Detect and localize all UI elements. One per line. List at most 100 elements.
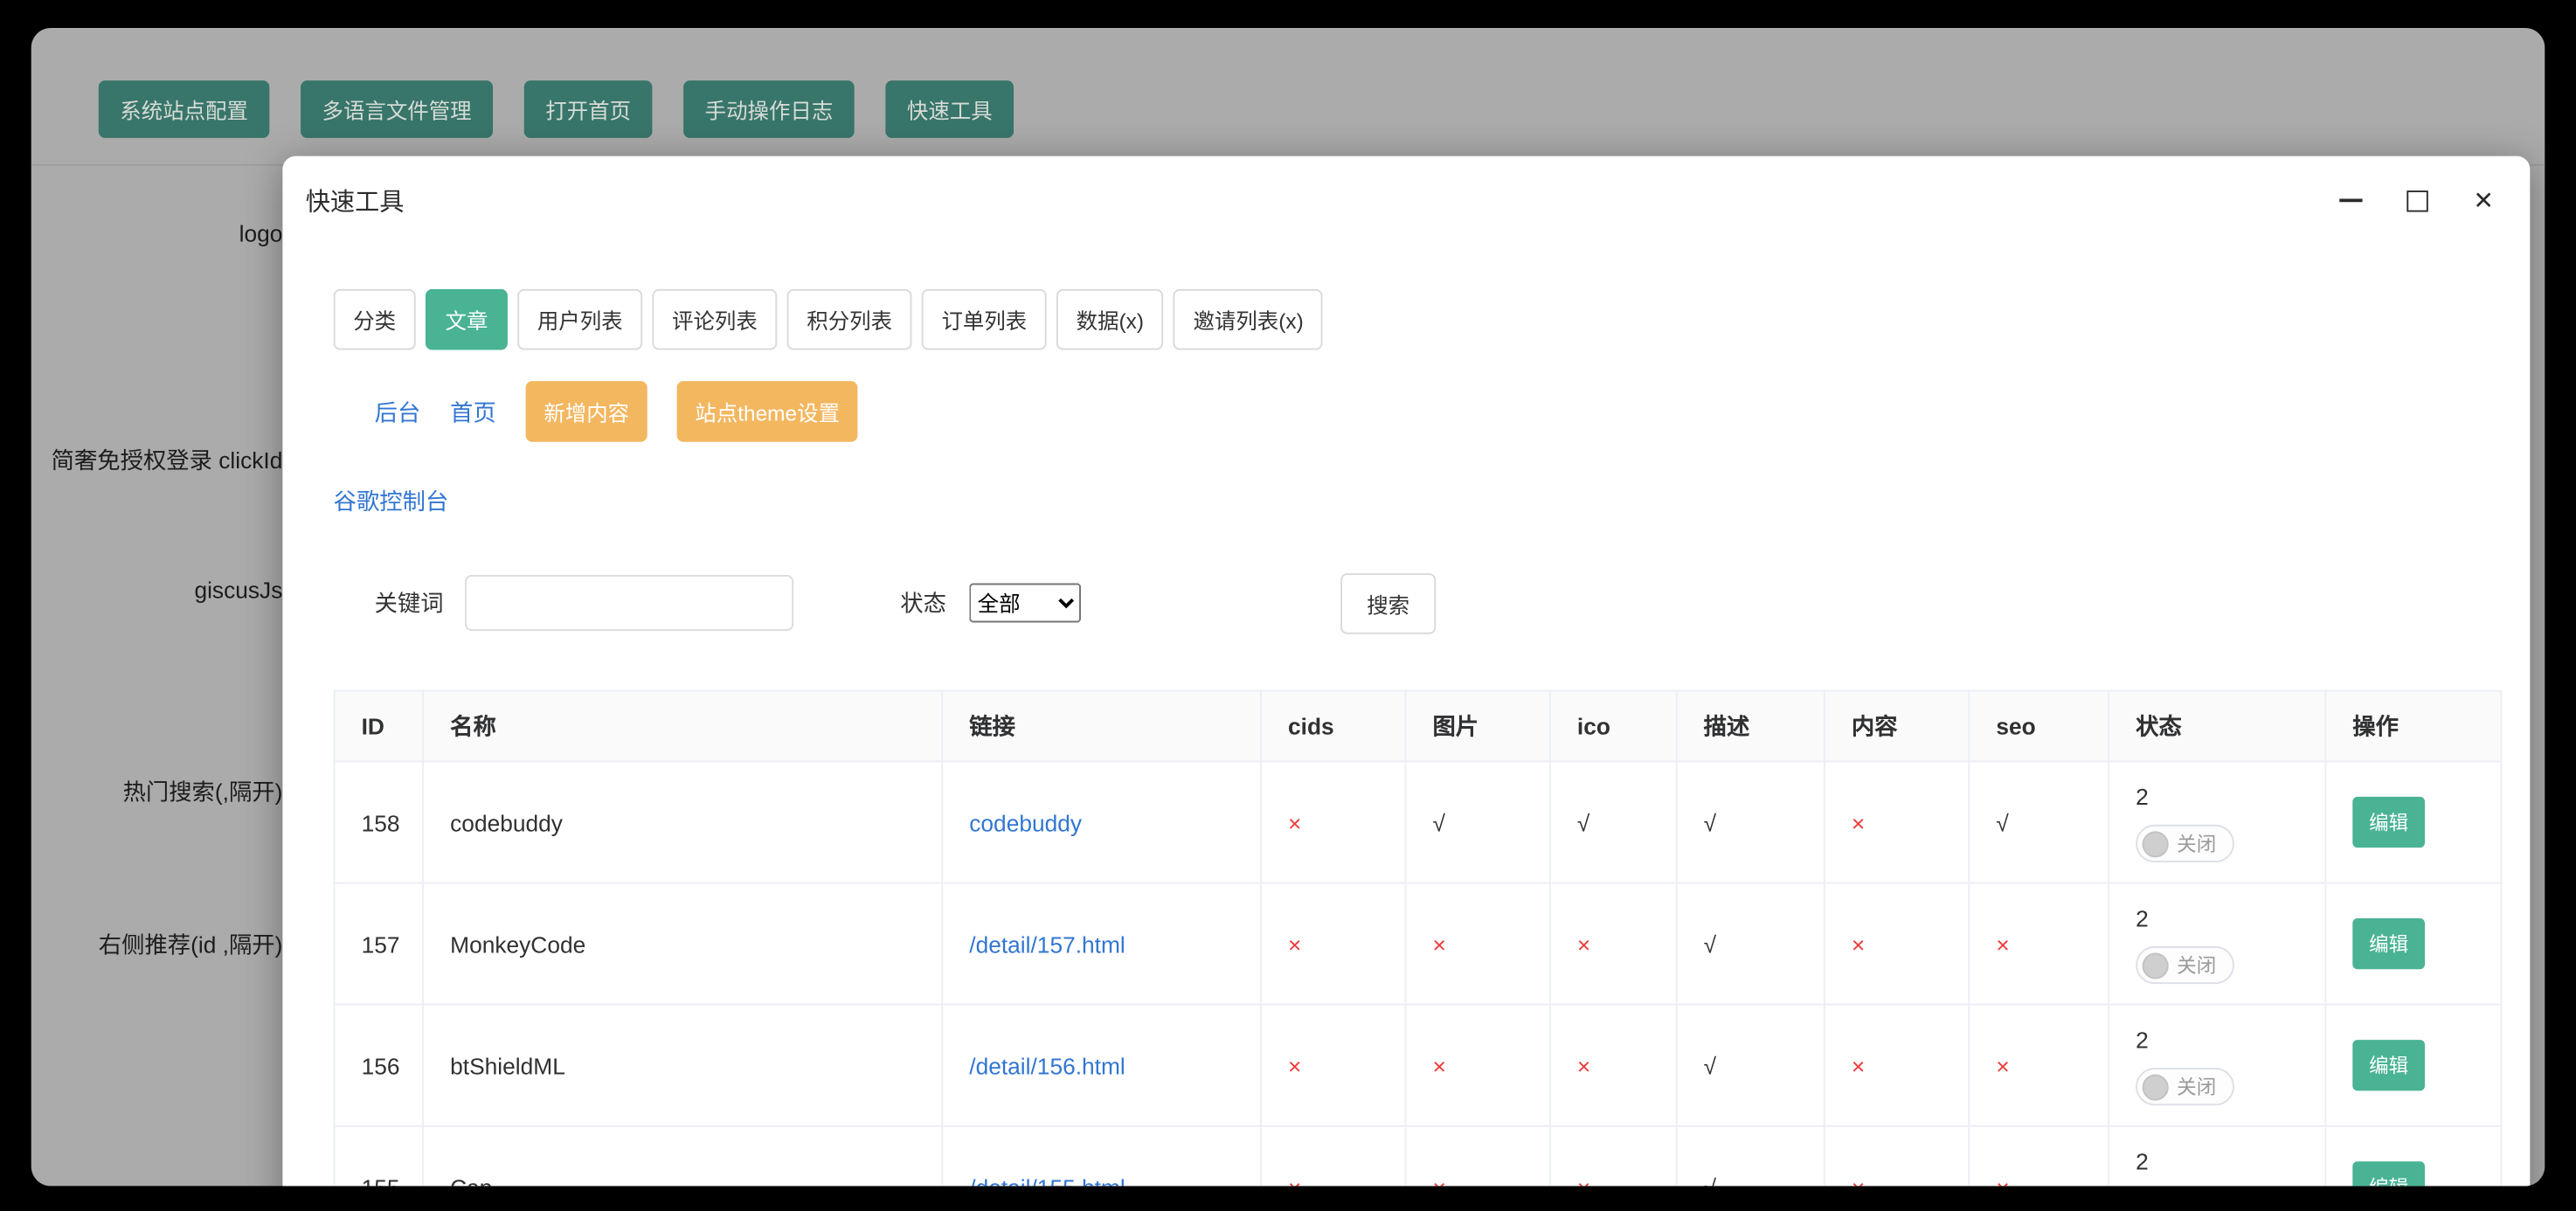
admin-link[interactable]: 后台 <box>375 395 421 428</box>
cell-action: 编辑 <box>2324 760 2503 884</box>
status-number: 2 <box>2136 783 2149 810</box>
background-form-label: 右侧推荐(id ,隔开) <box>98 931 283 958</box>
keyword-input[interactable] <box>465 575 794 631</box>
toolbar-button[interactable]: 系统站点配置 <box>98 80 270 138</box>
cross-mark: × <box>1404 1124 1551 1187</box>
detail-link[interactable]: /detail/157.html <box>969 931 1125 957</box>
toggle-label: 关闭 <box>2177 833 2217 856</box>
cell-status: 2 关闭 <box>2108 1003 2327 1127</box>
cross-mark: × <box>1823 760 1970 884</box>
status-toggle[interactable]: 关闭 <box>2136 824 2234 863</box>
quick-links-row: 后台 首页 新增内容 站点theme设置 <box>375 381 858 442</box>
keyword-label: 关键词 <box>374 589 444 617</box>
close-icon[interactable]: ✕ <box>2473 188 2494 212</box>
status-number: 2 <box>2136 1027 2149 1054</box>
modal-title: 快速工具 <box>305 189 405 218</box>
column-header: 链接 <box>941 689 1262 763</box>
screen: 系统站点配置 多语言文件管理 打开首页 手动操作日志 快速工具 logo 简奢免授权登录 … <box>0 0 2576 1211</box>
tab[interactable]: 数据(x) <box>1056 288 1164 350</box>
toolbar-button[interactable]: 打开首页 <box>523 80 653 138</box>
cross-mark: × <box>1260 760 1407 884</box>
column-header: 描述 <box>1675 689 1825 763</box>
tabs-bar: 分类 文章 用户列表 评论列表 积分列表 订单列表 数据(x) 邀请列表(x) <box>333 288 1324 350</box>
edit-button[interactable]: 编辑 <box>2352 917 2426 970</box>
search-button[interactable]: 搜索 <box>1340 572 1437 633</box>
detail-link[interactable]: /detail/155.html <box>969 1173 1125 1186</box>
tab[interactable]: 分类 <box>333 288 416 350</box>
cross-mark: × <box>1548 1124 1678 1187</box>
cell-id: 155 <box>333 1124 425 1187</box>
cross-mark: × <box>1404 882 1551 1006</box>
window-controls: ✕ <box>2340 185 2494 215</box>
check-mark: √ <box>1675 1124 1825 1187</box>
column-header: 图片 <box>1404 689 1551 763</box>
table-header-row: ID 名称 链接 cids 图片 ico 描述 内容 seo 状态 操作 <box>333 689 2503 763</box>
status-toggle[interactable]: 关闭 <box>2136 945 2234 985</box>
table-row: 157 MonkeyCode/detail/157.html × × × √ × × 2 关闭 编辑 <box>333 882 2503 1006</box>
cell-name: codebuddy <box>422 760 944 884</box>
cross-mark: × <box>1548 882 1678 1006</box>
toolbar-button[interactable]: 多语言文件管理 <box>301 80 494 138</box>
status-label: 状态 <box>900 589 946 617</box>
tab[interactable]: 文章 <box>425 288 509 350</box>
check-mark: √ <box>1968 760 2110 884</box>
cell-name: btShieldML <box>422 1003 944 1127</box>
edit-button[interactable]: 编辑 <box>2352 1040 2426 1091</box>
tab[interactable]: 邀请列表(x) <box>1173 288 1324 350</box>
check-mark: √ <box>1404 760 1551 884</box>
cross-mark: × <box>1260 1003 1407 1127</box>
detail-link[interactable]: codebuddy <box>969 809 1082 835</box>
tab[interactable]: 订单列表 <box>921 288 1047 350</box>
column-header: cids <box>1260 689 1407 763</box>
column-header: ID <box>333 689 425 763</box>
tab[interactable]: 评论列表 <box>652 288 778 350</box>
status-select[interactable]: 全部 <box>969 583 1082 623</box>
maximize-icon[interactable] <box>2407 190 2429 211</box>
cross-mark: × <box>1823 1124 1970 1187</box>
cell-action: 编辑 <box>2324 882 2503 1006</box>
cell-action: 编辑 <box>2324 1124 2503 1187</box>
background-form-label: 热门搜索(,隔开) <box>122 778 283 806</box>
cell-link: /detail/157.html <box>941 882 1262 1006</box>
column-header: 状态 <box>2108 689 2327 763</box>
status-toggle[interactable]: 关闭 <box>2136 1068 2234 1106</box>
action-button[interactable]: 新增内容 <box>525 381 647 442</box>
admin-link[interactable]: 首页 <box>450 395 496 428</box>
column-header: ico <box>1548 689 1678 763</box>
cross-mark: × <box>1404 1003 1551 1127</box>
cross-mark: × <box>1823 882 1970 1006</box>
background-form-label: 简奢免授权登录 clickId <box>51 446 283 474</box>
tab[interactable]: 积分列表 <box>786 288 912 350</box>
column-header: 操作 <box>2324 689 2503 763</box>
cross-mark: × <box>1968 882 2110 1006</box>
cross-mark: × <box>1968 1003 2110 1127</box>
toolbar: 系统站点配置 多语言文件管理 打开首页 手动操作日志 快速工具 <box>98 80 1014 138</box>
console-row: 谷歌控制台 <box>334 485 449 518</box>
cell-name: MonkeyCode <box>422 882 944 1006</box>
toolbar-button[interactable]: 快速工具 <box>885 80 1014 138</box>
cross-mark: × <box>1260 882 1407 1006</box>
cell-id: 156 <box>333 1003 425 1127</box>
table-row: 155Cap/detail/155.html×××√××2关闭编辑 <box>333 1124 2503 1187</box>
cell-name: Cap <box>422 1124 944 1187</box>
action-button[interactable]: 站点theme设置 <box>676 381 858 442</box>
app-window: 系统站点配置 多语言文件管理 打开首页 手动操作日志 快速工具 logo 简奢免授权登录 … <box>31 27 2545 1187</box>
cell-action: 编辑 <box>2324 1003 2503 1127</box>
cross-mark: × <box>1548 1003 1678 1127</box>
cell-link: codebuddy <box>941 760 1262 884</box>
toolbar-button[interactable]: 手动操作日志 <box>683 80 855 138</box>
google-console-link[interactable]: 谷歌控制台 <box>334 488 449 514</box>
cell-status: 2关闭 <box>2108 1124 2327 1187</box>
edit-button[interactable]: 编辑 <box>2352 1161 2426 1187</box>
detail-link[interactable]: /detail/156.html <box>969 1052 1125 1078</box>
edit-button[interactable]: 编辑 <box>2352 796 2426 848</box>
tab[interactable]: 用户列表 <box>517 288 643 350</box>
status-number: 2 <box>2136 1148 2149 1175</box>
cell-status: 2 关闭 <box>2108 760 2327 884</box>
content-table: ID 名称 链接 cids 图片 ico 描述 内容 seo 状态 操作 158 codebuddy c… <box>333 689 2503 1187</box>
cell-id: 158 <box>333 760 425 884</box>
background-form-label: giscusJs <box>194 576 283 603</box>
toggle-knob <box>2142 1073 2169 1100</box>
minimize-icon[interactable] <box>2340 198 2364 203</box>
check-mark: √ <box>1675 882 1825 1006</box>
